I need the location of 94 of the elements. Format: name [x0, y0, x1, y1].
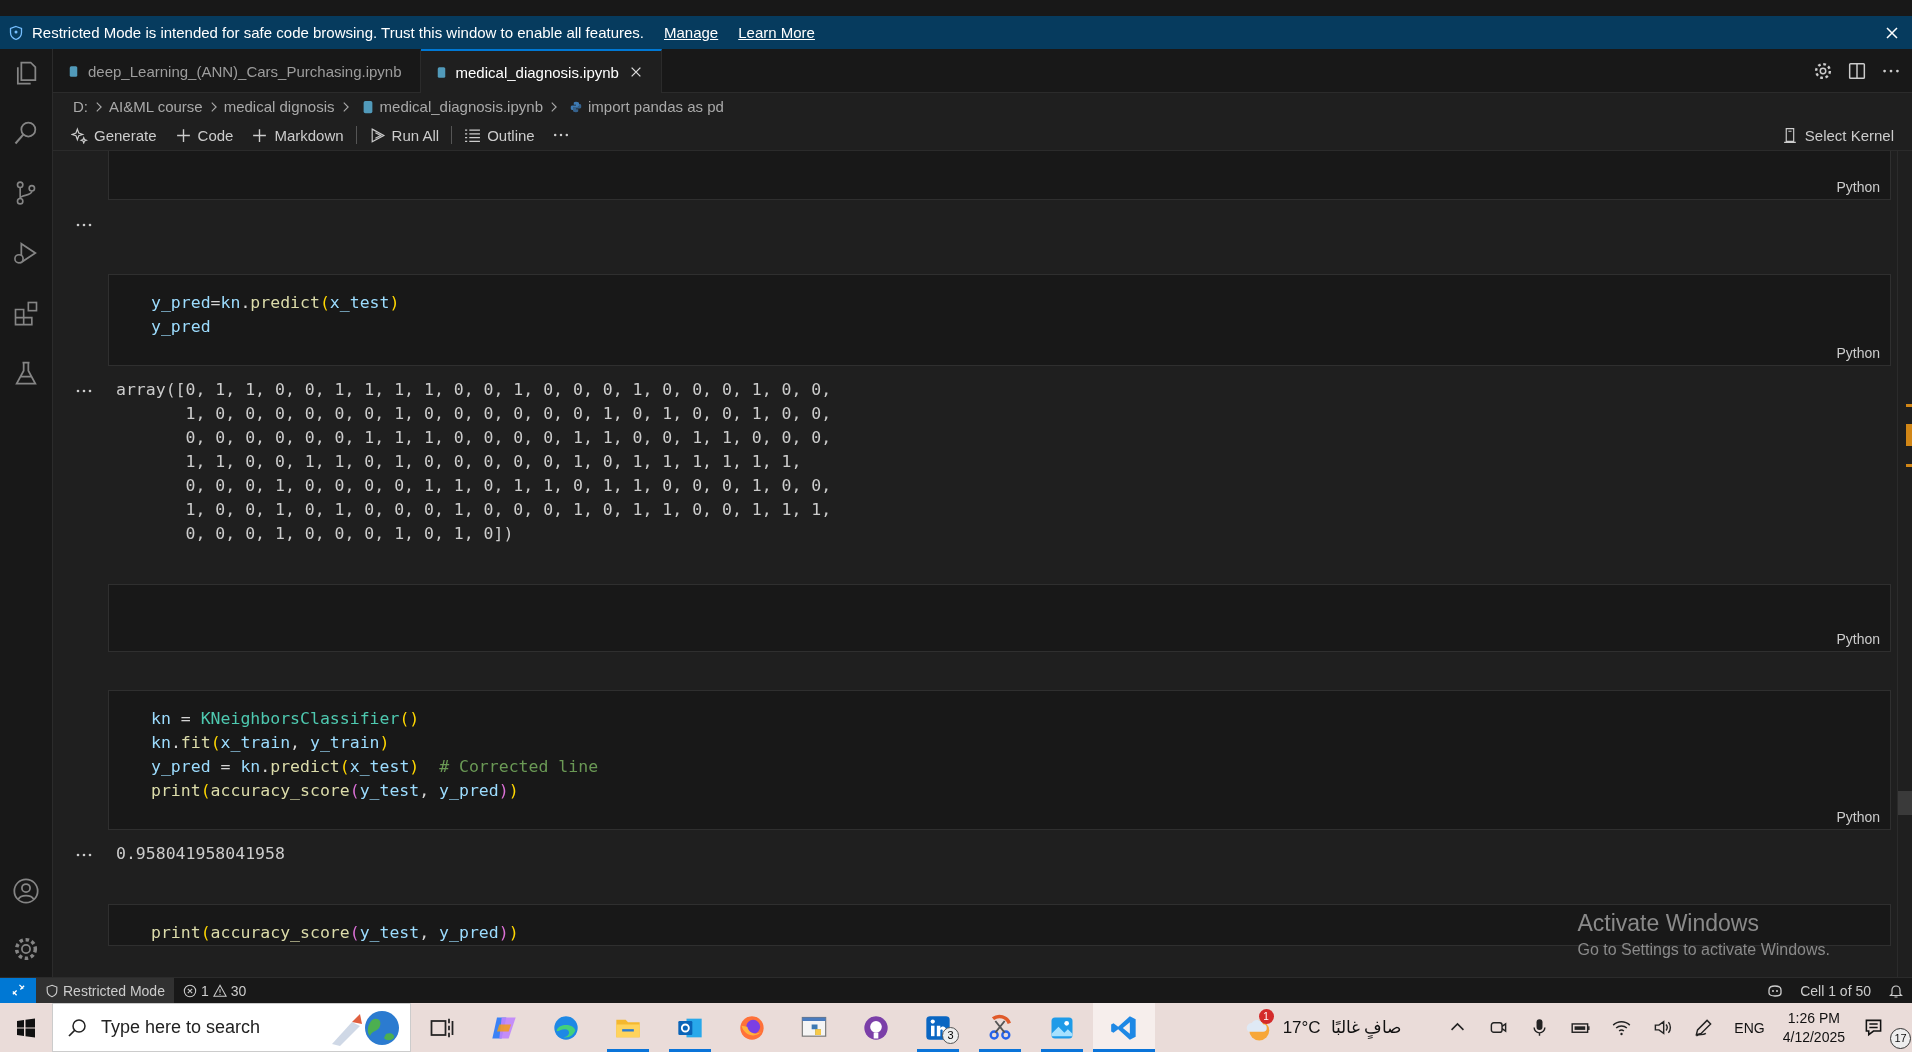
search-field[interactable]: Type here to search [99, 1016, 312, 1039]
output-line: array([0, 1, 1, 0, 0, 1, 1, 1, 1, 0, 0, 1, 0, 0, 0, 1, 0, 0, 0, 1, 0, 0, [116, 379, 832, 401]
sparkle-icon [71, 126, 88, 144]
code-cell[interactable]: y_pred=kn.predict(x_test) y_pred Python [108, 274, 1891, 366]
select-kernel-button[interactable]: Select Kernel [1775, 124, 1900, 146]
output-line: 0, 0, 0, 1, 0, 0, 0, 0, 1, 1, 0, 1, 1, 0, 1, 1, 0, 0, 0, 1, 0, 0, [184, 475, 832, 497]
toolbar-button[interactable]: Generate [65, 124, 163, 146]
code-line: y_pred = kn.predict(x_test) # Corrected line [151, 756, 599, 778]
code-line: kn.fit(x_train, y_train) [151, 732, 390, 754]
output-line: 1, 0, 0, 1, 0, 1, 0, 0, 0, 1, 0, 0, 0, 1, 0, 1, 1, 0, 0, 1, 1, 1, [184, 499, 832, 521]
restricted-mode-item[interactable]: Restricted Mode [36, 978, 174, 1003]
editor-tab[interactable]: medical_diagnosis.ipynb [420, 49, 662, 93]
breadcrumb-item[interactable]: import pandas as pd [588, 98, 724, 115]
speaker-icon[interactable] [1653, 1018, 1673, 1037]
code-cell[interactable]: Python [108, 151, 1891, 200]
code-line: y_pred=kn.predict(x_test) [151, 292, 400, 314]
toolbar-button[interactable]: Code [168, 124, 240, 146]
change-marker [1906, 404, 1912, 407]
settings-icon[interactable] [12, 935, 40, 963]
scrollbar-thumb[interactable] [1898, 791, 1912, 815]
taskbar-app-button[interactable]: 3 [907, 1003, 969, 1052]
taskbar-app-button[interactable] [1093, 1003, 1155, 1052]
bell-icon[interactable] [1888, 982, 1904, 999]
activation-title: Activate Windows [1577, 910, 1760, 937]
toolbar-button[interactable]: Markdown [245, 124, 350, 146]
input-language[interactable]: ENG [1734, 1019, 1765, 1036]
code-line: kn = KNeighborsClassifier() [151, 708, 420, 730]
wifi-icon[interactable] [1612, 1018, 1632, 1037]
cell-language-label[interactable]: Python [1836, 345, 1880, 361]
more-icon[interactable] [75, 222, 93, 228]
banner-link[interactable]: Learn More [738, 24, 815, 41]
code-line: y_pred [151, 316, 211, 338]
pen-icon[interactable] [1694, 1018, 1714, 1037]
output-line: 0.958041958041958 [116, 843, 285, 865]
search-icon [67, 1017, 87, 1038]
plus-icon [174, 126, 192, 144]
code-cell[interactable]: Python [108, 584, 1891, 652]
output-line: 1, 0, 0, 0, 0, 0, 0, 1, 0, 0, 0, 0, 0, 0, 1, 0, 1, 0, 0, 1, 0, 0, [184, 403, 832, 425]
clock-date: 4/12/2025 [1782, 1029, 1845, 1045]
social-app-icon [924, 1013, 952, 1042]
banner-link[interactable]: Manage [664, 24, 719, 41]
browser-icon [552, 1013, 580, 1042]
code-cell[interactable]: kn = KNeighborsClassifier() kn.fit(x_train, y_train) y_pred = kn.predict(x_test) # Corrected line print(accuracy_score(y_test, y_pred)) Python [108, 690, 1891, 830]
warning-icon [212, 983, 227, 998]
cell-language-label[interactable]: Python [1836, 179, 1880, 195]
cell-position-item[interactable]: Cell 1 of 50 [1791, 978, 1880, 1003]
cell-language-label[interactable]: Python [1836, 631, 1880, 647]
notification-icon[interactable] [1864, 1018, 1883, 1037]
more-icon[interactable] [75, 388, 93, 394]
problems-item[interactable]: 1 30 [173, 978, 256, 1003]
breadcrumb-item[interactable]: AI&ML course [109, 98, 203, 115]
account-icon[interactable] [12, 877, 40, 905]
notebook-icon [436, 65, 446, 79]
weather-condition: صافٍ غالبًا [1330, 1017, 1402, 1038]
code-line: print(accuracy_score(y_test, y_pred)) [151, 780, 519, 802]
notebook-icon [69, 65, 78, 78]
code-line: print(accuracy_score(y_test, y_pred)) [151, 922, 519, 944]
breadcrumb-item[interactable]: D: [73, 98, 88, 115]
breadcrumb-item[interactable]: medical_diagnosis.ipynb [379, 98, 543, 115]
output-line: 0, 0, 0, 1, 0, 0, 0, 1, 0, 1, 0]) [184, 523, 514, 545]
tab-label: medical_diagnosis.ipynb [455, 63, 619, 81]
notebook-icon [361, 99, 374, 114]
notification-count: 17 [1890, 1028, 1911, 1049]
output-line: 1, 1, 0, 0, 1, 1, 0, 1, 0, 0, 0, 0, 0, 1, 0, 1, 1, 1, 1, 1, 1, [184, 451, 802, 473]
error-icon [182, 983, 197, 998]
output-line: 0, 0, 0, 0, 0, 0, 1, 1, 1, 0, 0, 0, 0, 1, 1, 0, 0, 1, 1, 0, 0, 0, [184, 427, 832, 449]
remote-icon [10, 983, 26, 998]
taskbar-search-bar[interactable]: Type here to search [52, 1003, 411, 1052]
breadcrumb-item[interactable]: medical dignosis [223, 98, 335, 115]
toolbar-button[interactable]: Outline [458, 124, 541, 146]
windows-icon [16, 1017, 36, 1038]
change-marker [1906, 464, 1912, 467]
banner-message: Restricted Mode is intended for safe code browsing. Trust this window to enable all features. [32, 24, 644, 41]
chevron-icon [94, 99, 103, 114]
editor-tab[interactable]: deep_Learning_(ANN)_Cars_Purchasing.ipynb [53, 49, 421, 92]
cell-language-label[interactable]: Python [1836, 809, 1880, 825]
chevron-icon [549, 99, 558, 114]
more-icon[interactable] [75, 852, 93, 858]
clock-time: 1:26 PM [1787, 1010, 1840, 1026]
shield-icon [45, 983, 59, 998]
tab-label: deep_Learning_(ANN)_Cars_Purchasing.ipynb [88, 63, 402, 80]
app-badge: 3 [942, 1027, 959, 1044]
close-icon[interactable] [1884, 24, 1900, 41]
plus-icon [251, 126, 269, 144]
weather-badge: 1 [1258, 1009, 1274, 1024]
extensions-icon[interactable] [12, 299, 40, 327]
change-marker [1906, 424, 1912, 446]
server-icon [1781, 126, 1799, 144]
temperature: 17°C [1282, 1017, 1321, 1038]
python-icon [570, 99, 582, 114]
copilot-icon[interactable] [1767, 982, 1784, 999]
shield-icon [8, 24, 24, 41]
toolbar-button[interactable]: Run All [362, 124, 446, 146]
remote-button[interactable] [0, 978, 36, 1003]
